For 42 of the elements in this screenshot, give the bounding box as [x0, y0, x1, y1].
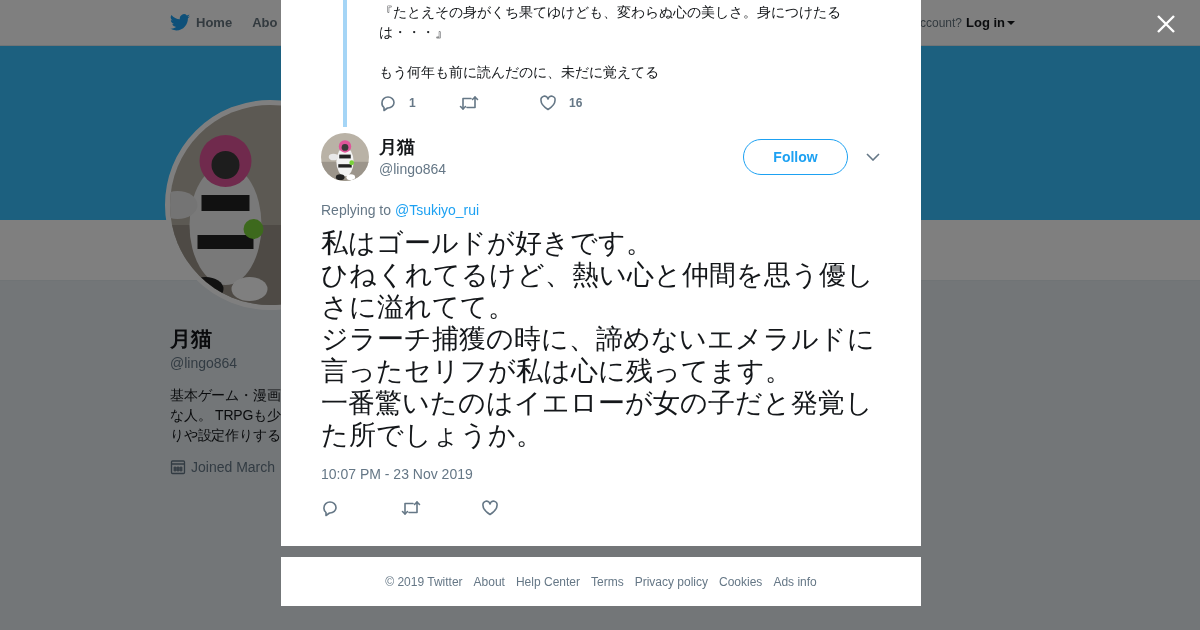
login-link[interactable]: Log in	[966, 15, 1015, 30]
reply-count: 1	[409, 96, 416, 110]
chevron-icon[interactable]	[866, 153, 880, 161]
tweet-timestamp: 10:07 PM - 23 Nov 2019	[321, 465, 474, 483]
account-prompt: ccount?	[919, 15, 962, 30]
home-link[interactable]: Home	[170, 14, 233, 31]
user-name[interactable]: 月猫	[379, 135, 743, 158]
footer-link[interactable]: About	[473, 574, 505, 589]
tweet-text: 『たとえその身がくち果てゆけども、変わらぬ心の美しさ。身につけたるは・・・』	[379, 3, 842, 42]
close-icon[interactable]	[1156, 14, 1176, 34]
profile-name: 月猫	[170, 326, 213, 352]
footer-link[interactable]: © 2019 Twitter	[385, 574, 463, 589]
bird-icon	[170, 14, 190, 31]
footer-link[interactable]: Ads info	[773, 574, 817, 589]
tweet-text: もう何年も前に読んだのに、未だに覚えてる	[379, 63, 660, 82]
bio-line: な人。 TRPGも少	[170, 406, 281, 425]
tweet-text-line: 私はゴールドが好きです。	[321, 227, 654, 259]
like-count: 16	[569, 96, 583, 110]
footer-link[interactable]: Help Center	[515, 574, 580, 589]
retweet-icon[interactable]	[459, 94, 479, 112]
footer-link[interactable]: Cookies	[719, 574, 763, 589]
heart-icon[interactable]	[539, 94, 557, 112]
retweet-icon[interactable]	[401, 499, 421, 517]
replying-to-text: Replying to @Tsukiyo_rui	[321, 201, 481, 219]
profile-handle: @lingo864	[170, 355, 239, 371]
nav-link[interactable]: Abo	[252, 15, 278, 30]
bio-line: 基本ゲーム・漫画	[170, 386, 281, 405]
reply-icon[interactable]	[379, 94, 397, 112]
joined-date: Joined March	[191, 459, 276, 475]
calendar-icon	[170, 459, 186, 475]
mention-link[interactable]: @Tsukiyo_rui	[394, 202, 480, 218]
bio-line: りや設定作りする	[170, 426, 281, 445]
footer-link[interactable]: Terms	[591, 574, 624, 589]
tweet-text-line: 一番驚いたのはイエローが女の子だと発覚した所でしょうか。	[321, 387, 874, 451]
follow-button[interactable]: Follow	[743, 139, 848, 175]
footer-link[interactable]: Privacy policy	[634, 574, 708, 589]
user-avatar[interactable]	[321, 133, 369, 181]
tweet-text-line: ひねくれてるけど、熱い心と仲間を思う優しさに溢れてて。	[321, 259, 875, 323]
user-handle[interactable]: @lingo864	[379, 158, 743, 179]
heart-icon[interactable]	[481, 499, 499, 517]
tweet-text-line: ジラーチ捕獲の時に、諦めないエメラルドに言ったセリフが私は心に残ってます。	[321, 323, 876, 387]
reply-icon[interactable]	[321, 499, 339, 517]
